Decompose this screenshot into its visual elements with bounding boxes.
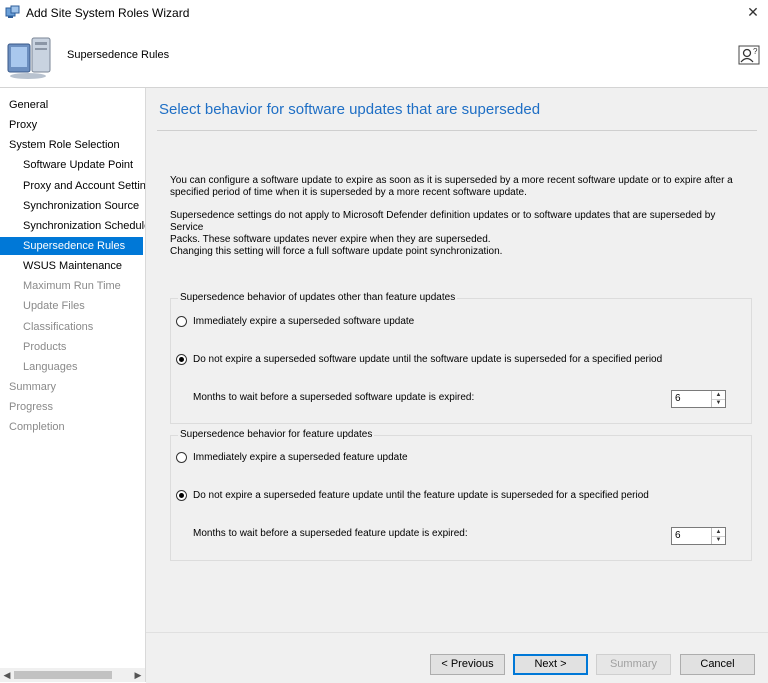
nav-item-synchronization-source[interactable]: Synchronization Source bbox=[23, 197, 145, 215]
stepper-buttons[interactable]: ▲ ▼ bbox=[711, 528, 725, 544]
stepper-down-icon[interactable]: ▼ bbox=[712, 399, 725, 407]
scrollbar-thumb[interactable] bbox=[14, 671, 112, 679]
stepper-down-icon[interactable]: ▼ bbox=[712, 536, 725, 544]
months-stepper-software[interactable]: 6 ▲ ▼ bbox=[671, 390, 726, 408]
page-title: Supersedence Rules bbox=[67, 49, 170, 61]
radio-label-do-not-expire-software[interactable]: Do not expire a superseded software upda… bbox=[193, 354, 662, 365]
wizard-app-icon bbox=[5, 5, 20, 20]
months-value-software[interactable]: 6 bbox=[675, 393, 681, 404]
content-title: Select behavior for software updates tha… bbox=[159, 101, 541, 118]
nav-item-update-files: Update Files bbox=[23, 300, 85, 312]
stepper-buttons[interactable]: ▲ ▼ bbox=[711, 391, 725, 407]
scroll-left-icon[interactable]: ◀ bbox=[0, 668, 14, 682]
radio-do-not-expire-feature[interactable] bbox=[176, 490, 187, 501]
description-line: specified period of time when it is supe… bbox=[170, 187, 527, 198]
title-divider bbox=[157, 130, 757, 131]
description-line: Supersedence settings do not apply to Mi… bbox=[170, 210, 716, 233]
group-label-feature: Supersedence behavior for feature update… bbox=[178, 429, 375, 440]
wizard-nav: General Proxy System Role Selection Soft… bbox=[0, 88, 146, 682]
radio-label-expire-immediately-software[interactable]: Immediately expire a superseded software… bbox=[193, 316, 414, 327]
months-value-feature[interactable]: 6 bbox=[675, 530, 681, 541]
nav-horizontal-scrollbar[interactable]: ◀ ▶ bbox=[0, 668, 145, 682]
summary-button[interactable]: Summary bbox=[596, 654, 671, 675]
window-title: Add Site System Roles Wizard bbox=[26, 6, 190, 20]
radio-expire-immediately-feature[interactable] bbox=[176, 452, 187, 463]
months-stepper-feature[interactable]: 6 ▲ ▼ bbox=[671, 527, 726, 545]
nav-item-maximum-run-time: Maximum Run Time bbox=[23, 280, 121, 292]
close-button[interactable]: ✕ bbox=[742, 2, 764, 22]
description-paragraph-3: Changing this setting will force a full … bbox=[170, 246, 503, 257]
nav-item-wsus-maintenance[interactable]: WSUS Maintenance bbox=[23, 257, 145, 275]
radio-label-expire-immediately-feature[interactable]: Immediately expire a superseded feature … bbox=[193, 452, 408, 463]
scroll-right-icon[interactable]: ▶ bbox=[131, 668, 145, 682]
previous-button[interactable]: < Previous bbox=[430, 654, 505, 675]
nav-item-languages: Languages bbox=[23, 361, 78, 373]
nav-item-classifications: Classifications bbox=[23, 321, 94, 333]
nav-item-software-update-point[interactable]: Software Update Point bbox=[23, 156, 145, 174]
radio-do-not-expire-software[interactable] bbox=[176, 354, 187, 365]
nav-item-products: Products bbox=[23, 341, 67, 353]
nav-item-summary: Summary bbox=[9, 381, 57, 393]
description-line: You can configure a software update to e… bbox=[170, 175, 733, 186]
cancel-button[interactable]: Cancel bbox=[680, 654, 755, 675]
nav-item-completion: Completion bbox=[9, 421, 65, 433]
computer-icon bbox=[6, 34, 54, 82]
svg-text:?: ? bbox=[753, 47, 758, 56]
months-label-software: Months to wait before a superseded softw… bbox=[193, 392, 475, 403]
nav-item-synchronization-schedule[interactable]: Synchronization Schedule bbox=[23, 217, 145, 235]
nav-item-system-role-selection[interactable]: System Role Selection bbox=[9, 136, 139, 154]
radio-expire-immediately-software[interactable] bbox=[176, 316, 187, 327]
nav-item-general[interactable]: General bbox=[9, 96, 139, 114]
wizard-footer: < Previous Next > Summary Cancel bbox=[146, 632, 768, 683]
months-label-feature: Months to wait before a superseded featu… bbox=[193, 528, 468, 539]
wizard-header: Supersedence Rules ? bbox=[0, 26, 768, 87]
content-panel: Select behavior for software updates tha… bbox=[146, 88, 768, 632]
description-paragraph-1: You can configure a software update to e… bbox=[170, 175, 750, 199]
radio-label-do-not-expire-feature[interactable]: Do not expire a superseded feature updat… bbox=[193, 490, 649, 501]
next-button[interactable]: Next > bbox=[513, 654, 588, 675]
description-line: Packs. These software updates never expi… bbox=[170, 234, 491, 245]
nav-item-proxy-account-settings[interactable]: Proxy and Account Settin bbox=[23, 177, 145, 195]
user-help-icon[interactable]: ? bbox=[738, 45, 760, 65]
nav-item-supersedence-rules[interactable]: Supersedence Rules bbox=[0, 237, 143, 255]
nav-item-proxy[interactable]: Proxy bbox=[9, 116, 139, 134]
title-bar: Add Site System Roles Wizard ✕ bbox=[0, 0, 768, 26]
group-label-non-feature: Supersedence behavior of updates other t… bbox=[178, 292, 458, 303]
nav-item-progress: Progress bbox=[9, 401, 54, 413]
description-paragraph-2: Supersedence settings do not apply to Mi… bbox=[170, 210, 750, 246]
